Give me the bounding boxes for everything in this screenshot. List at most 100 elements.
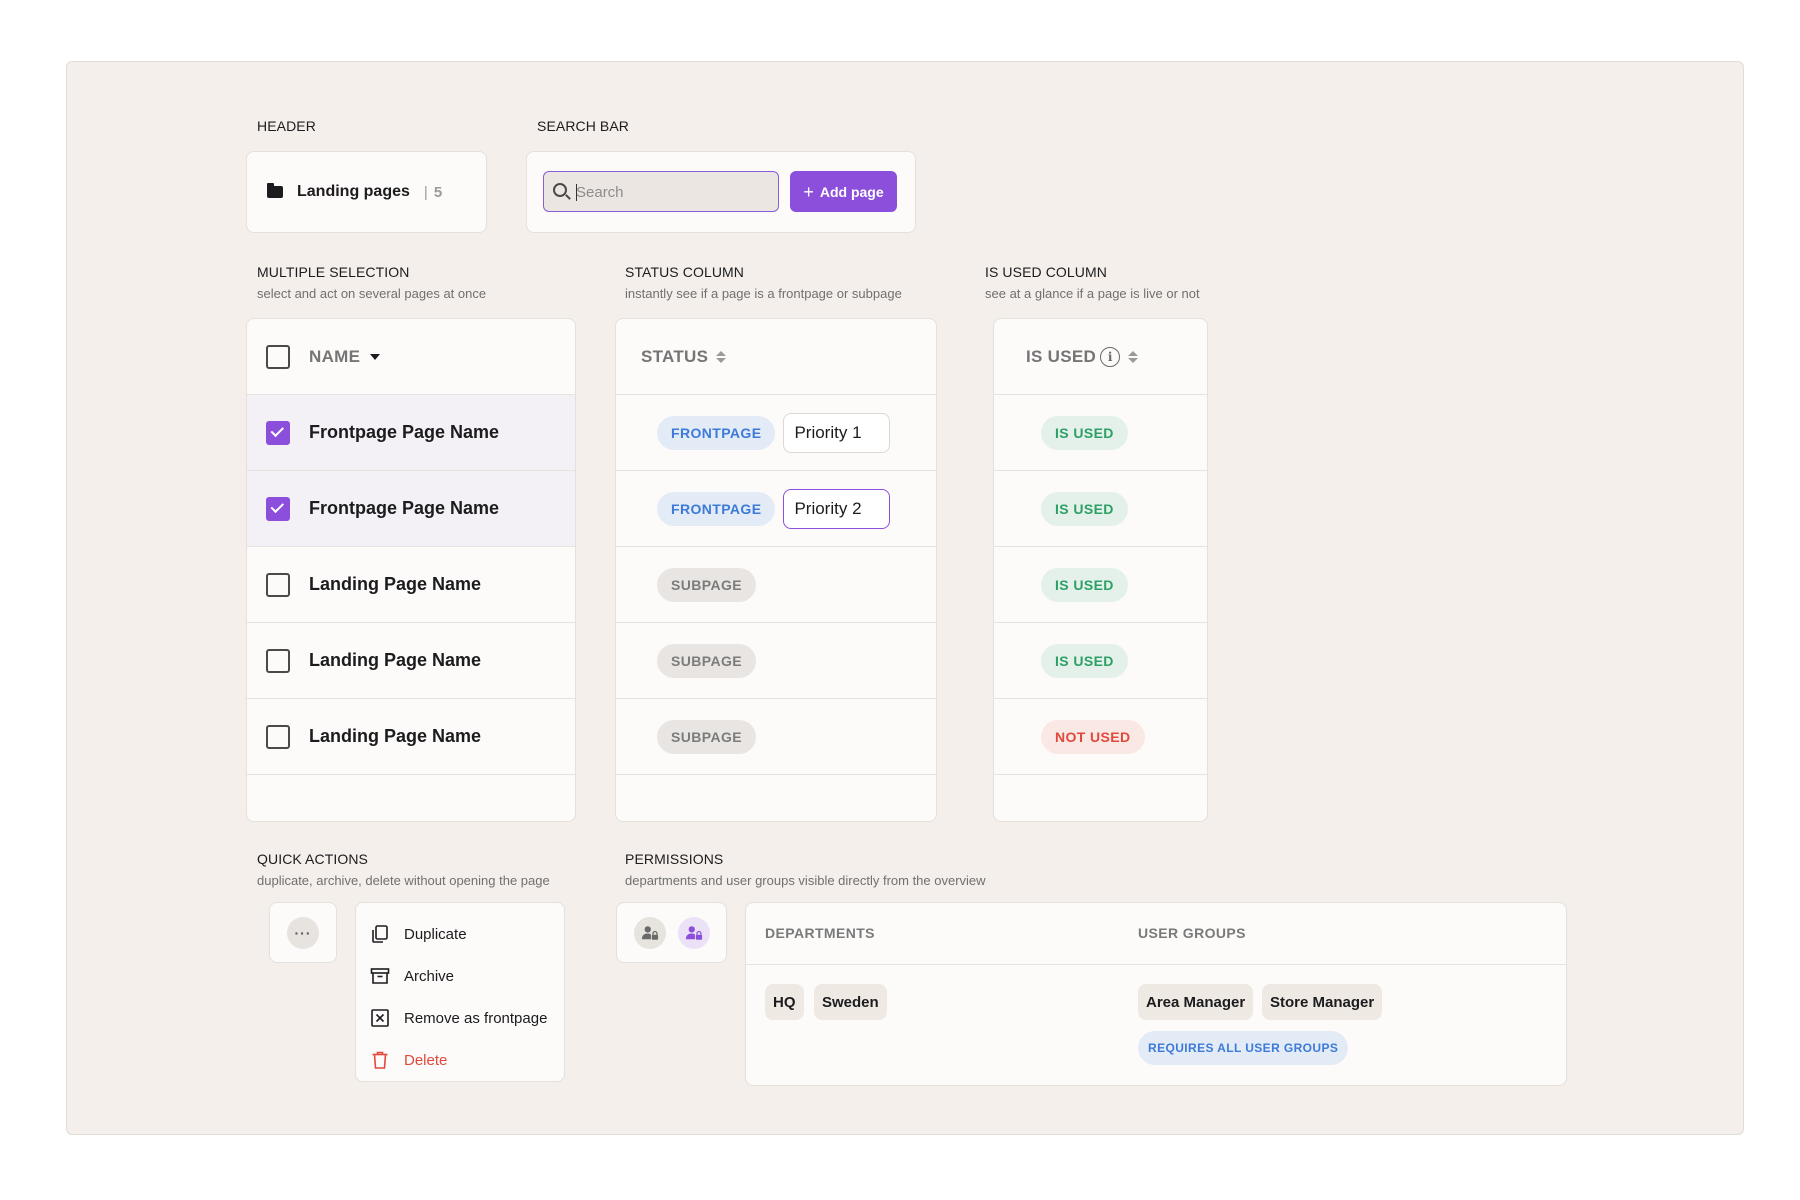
add-page-label: Add page xyxy=(819,183,884,200)
section-subtitle-multi: select and act on several pages at once xyxy=(257,286,487,301)
is-used-table: IS USED i IS USED IS USED IS USED IS USE… xyxy=(993,318,1208,822)
table-row: FRONTPAGE xyxy=(616,395,936,471)
check-icon xyxy=(270,423,285,438)
header-separator: | xyxy=(423,183,428,201)
header-card: Landing pages | 5 xyxy=(246,151,487,233)
used-table-header: IS USED i xyxy=(994,319,1207,395)
name-column-header[interactable]: NAME xyxy=(309,347,360,367)
status-badge: SUBPAGE xyxy=(657,643,756,678)
not-used-badge: NOT USED xyxy=(1041,719,1145,754)
user-groups-header: USER GROUPS xyxy=(1138,925,1246,941)
used-badge: IS USED xyxy=(1041,415,1128,450)
table-row: SUBPAGE xyxy=(616,547,936,623)
used-badge: IS USED xyxy=(1041,491,1128,526)
check-icon xyxy=(270,499,285,514)
sort-desc-icon[interactable] xyxy=(370,353,381,360)
table-row[interactable]: Frontpage Page Name xyxy=(247,471,575,547)
search-input[interactable] xyxy=(576,180,766,204)
requires-all-badge: REQUIRES ALL USER GROUPS xyxy=(1138,1031,1349,1065)
page-name[interactable]: Landing Page Name xyxy=(309,726,481,747)
priority-input[interactable] xyxy=(783,488,891,529)
user-lock-icon xyxy=(685,925,702,940)
status-badge: FRONTPAGE xyxy=(657,415,776,450)
plus-icon: + xyxy=(803,181,814,202)
table-row[interactable]: Landing Page Name xyxy=(247,547,575,623)
sort-icon[interactable] xyxy=(716,350,727,363)
section-title-multi: MULTIPLE SELECTION xyxy=(257,264,410,280)
quick-actions-menu: Duplicate Archive Remove as frontpage De… xyxy=(355,902,565,1082)
page-name[interactable]: Frontpage Page Name xyxy=(309,422,499,443)
department-chip: Sweden xyxy=(814,984,887,1020)
table-row: IS USED xyxy=(994,623,1207,699)
section-title-quick: QUICK ACTIONS xyxy=(257,851,368,867)
folder-icon xyxy=(267,183,283,198)
row-checkbox[interactable] xyxy=(266,496,290,521)
select-all-checkbox[interactable] xyxy=(266,344,290,369)
status-table: STATUS FRONTPAGE FRONTPAGE SUBPAGE SUBPA… xyxy=(615,318,937,822)
table-row: IS USED xyxy=(994,471,1207,547)
table-row: IS USED xyxy=(994,395,1207,471)
text-caret xyxy=(576,184,577,201)
user-group-chip: Area Manager xyxy=(1138,984,1254,1020)
archive-icon xyxy=(370,968,390,984)
section-subtitle-permissions: departments and user groups visible dire… xyxy=(625,873,986,888)
menu-item-label: Delete xyxy=(404,1051,448,1069)
user-group-chip: Store Manager xyxy=(1262,984,1383,1020)
search-card: + Add page xyxy=(526,151,916,233)
copy-icon xyxy=(372,925,388,943)
info-icon[interactable]: i xyxy=(1100,346,1121,367)
page-name[interactable]: Frontpage Page Name xyxy=(309,498,499,519)
row-checkbox[interactable] xyxy=(266,572,290,597)
permissions-header: DEPARTMENTS USER GROUPS xyxy=(746,903,1566,965)
page-name[interactable]: Landing Page Name xyxy=(309,650,481,671)
section-title-used: IS USED COLUMN xyxy=(985,264,1107,280)
menu-item-label: Archive xyxy=(404,967,455,985)
section-title-status: STATUS COLUMN xyxy=(625,264,745,280)
table-row: SUBPAGE xyxy=(616,699,936,775)
page-name[interactable]: Landing Page Name xyxy=(309,574,481,595)
priority-input[interactable] xyxy=(783,412,891,453)
status-badge: SUBPAGE xyxy=(657,719,756,754)
name-table-header: NAME xyxy=(247,319,575,395)
trash-icon xyxy=(372,1051,388,1069)
quick-actions-trigger-card: ··· xyxy=(269,902,337,963)
sort-icon[interactable] xyxy=(1128,350,1139,363)
table-row: IS USED xyxy=(994,547,1207,623)
menu-item-archive[interactable]: Archive xyxy=(356,955,564,997)
status-table-header: STATUS xyxy=(616,319,936,395)
used-badge: IS USED xyxy=(1041,643,1128,678)
menu-item-delete[interactable]: Delete xyxy=(356,1039,564,1081)
row-checkbox[interactable] xyxy=(266,420,290,445)
department-lock-button[interactable] xyxy=(633,916,666,949)
user-group-lock-button[interactable] xyxy=(677,916,710,949)
name-table: NAME Frontpage Page Name Frontpage Page … xyxy=(246,318,576,822)
table-row[interactable]: Landing Page Name xyxy=(247,623,575,699)
is-used-column-header[interactable]: IS USED xyxy=(1026,347,1096,367)
status-column-header[interactable]: STATUS xyxy=(641,347,708,367)
permissions-card: DEPARTMENTS USER GROUPS HQ Sweden Area M… xyxy=(745,902,1567,1086)
menu-item-remove-frontpage[interactable]: Remove as frontpage xyxy=(356,997,564,1039)
status-badge: SUBPAGE xyxy=(657,567,756,602)
departments-header: DEPARTMENTS xyxy=(765,925,875,941)
search-box[interactable] xyxy=(543,171,779,212)
close-box-icon xyxy=(371,1009,389,1027)
menu-item-label: Remove as frontpage xyxy=(404,1009,548,1027)
table-row: FRONTPAGE xyxy=(616,471,936,547)
used-badge: IS USED xyxy=(1041,567,1128,602)
menu-item-duplicate[interactable]: Duplicate xyxy=(356,913,564,955)
add-page-button[interactable]: + Add page xyxy=(790,171,897,212)
user-lock-icon xyxy=(641,925,658,940)
section-title-search: SEARCH BAR xyxy=(537,118,630,134)
row-checkbox[interactable] xyxy=(266,724,290,749)
page-count: 5 xyxy=(433,183,443,201)
table-row[interactable]: Landing Page Name xyxy=(247,699,575,775)
section-title-permissions: PERMISSIONS xyxy=(625,851,724,867)
page-title: Landing pages xyxy=(297,183,410,200)
table-row[interactable]: Frontpage Page Name xyxy=(247,395,575,471)
section-subtitle-status: instantly see if a page is a frontpage o… xyxy=(625,286,902,301)
row-checkbox[interactable] xyxy=(266,648,290,673)
table-row: SUBPAGE xyxy=(616,623,936,699)
more-options-icon[interactable]: ··· xyxy=(287,916,319,949)
section-subtitle-quick: duplicate, archive, delete without openi… xyxy=(257,873,550,888)
section-subtitle-used: see at a glance if a page is live or not xyxy=(985,286,1200,301)
